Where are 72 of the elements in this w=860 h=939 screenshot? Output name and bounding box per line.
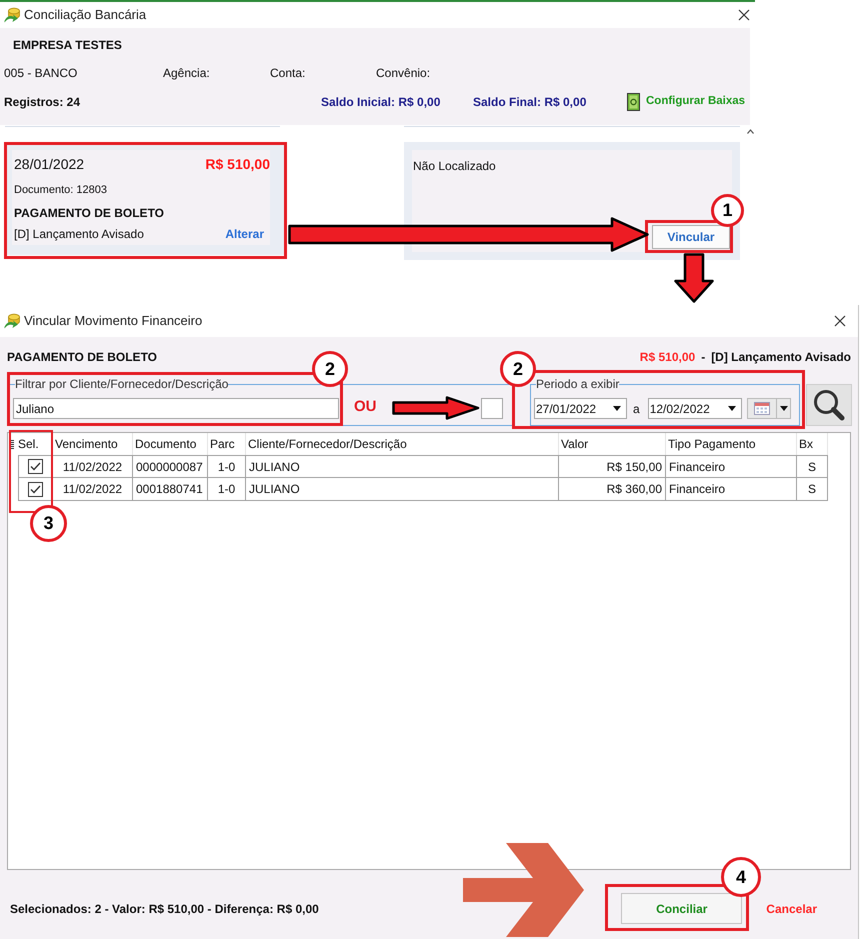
record-count: Registros: 24	[4, 94, 82, 111]
agreement-label: Convênio:	[376, 65, 430, 82]
column-header[interactable]: Valor	[559, 433, 666, 455]
table-cell: S	[797, 455, 828, 478]
selection-summary: Selecionados: 2 - Valor: R$ 510,00 - Diferença: R$ 0,00	[10, 900, 319, 918]
check-icon	[30, 484, 41, 494]
search-icon	[813, 389, 845, 421]
opening-balance: Saldo Inicial: R$ 0,00	[321, 94, 442, 111]
text-field[interactable]	[481, 398, 503, 419]
checkbox[interactable]	[28, 459, 43, 474]
entry-amount: R$ 510,00	[205, 154, 270, 174]
table-cell: R$ 150,00	[559, 455, 666, 478]
table-cell: 1-0	[208, 478, 246, 501]
entry-amount: R$ 510,00	[640, 349, 696, 366]
window-title: Conciliação Bancária	[24, 6, 146, 24]
agency-label: Agência:	[163, 65, 211, 82]
table-cell: 0001880741	[133, 478, 208, 501]
close-icon[interactable]	[834, 315, 846, 327]
table-cell: R$ 360,00	[559, 478, 666, 501]
calendar-icon	[754, 402, 770, 415]
column-header[interactable]: Vencimento	[53, 433, 133, 455]
document-number: Documento: 12803	[14, 182, 107, 198]
entry-type: [D] Lançamento Avisado	[14, 226, 144, 243]
coins-icon	[4, 313, 21, 329]
column-header[interactable]: Cliente/Fornecedor/Descrição	[246, 433, 559, 455]
link-button[interactable]: Vincular	[652, 225, 730, 249]
entry-type: [D] Lançamento Avisado	[711, 349, 851, 366]
table-cell: 11/02/2022	[53, 478, 133, 501]
column-header[interactable]: Bx	[797, 433, 828, 455]
bank-name: 005 - BANCO	[4, 65, 78, 82]
table-cell: JULIANO	[246, 455, 559, 478]
column-header[interactable]: Sel.	[18, 435, 39, 453]
account-label: Conta:	[270, 65, 306, 82]
entry-description: PAGAMENTO DE BOLETO	[14, 205, 164, 222]
date-field[interactable]: 27/01/2022	[534, 398, 627, 419]
column-header[interactable]: Parc	[208, 433, 246, 455]
column-header[interactable]: Tipo Pagamento	[666, 433, 797, 455]
caret-down-icon	[728, 406, 736, 411]
separator-text: -	[701, 349, 706, 366]
window-title: Vincular Movimento Financeiro	[24, 312, 202, 330]
scroll-up-icon[interactable]	[747, 129, 754, 134]
close-icon[interactable]	[738, 9, 750, 21]
table-cell: S	[797, 478, 828, 501]
filter-field[interactable]: Juliano	[13, 398, 339, 419]
entry-date: 28/01/2022	[14, 154, 84, 174]
coins-icon	[4, 7, 21, 23]
search-button[interactable]	[806, 384, 852, 426]
check-icon	[30, 462, 41, 471]
caret-down-icon	[780, 406, 788, 411]
table-cell: 11/02/2022	[53, 455, 133, 478]
edit-link[interactable]: Alterar	[225, 225, 264, 243]
company-name: EMPRESA TESTES	[13, 37, 122, 54]
column-header[interactable]: Documento	[133, 433, 208, 455]
calendar-button[interactable]	[746, 398, 791, 419]
or-label: OU	[354, 399, 376, 414]
date-field[interactable]: 12/02/2022	[648, 398, 742, 419]
period-connector: a	[633, 400, 640, 418]
grip-icon[interactable]	[10, 440, 14, 448]
match-status: Não Localizado	[413, 158, 496, 175]
checkbox[interactable]	[28, 482, 43, 496]
closing-balance: Saldo Final: R$ 0,00	[473, 94, 588, 111]
caret-down-icon	[613, 406, 621, 411]
table-cell: JULIANO	[246, 478, 559, 501]
table-cell: Financeiro	[666, 455, 797, 478]
table-cell: 1-0	[208, 455, 246, 478]
entry-description: PAGAMENTO DE BOLETO	[7, 349, 158, 366]
period-label: Periodo a exibir	[536, 377, 620, 391]
filter-label: Filtrar por Cliente/Fornecedor/Descrição	[15, 377, 228, 391]
table-cell: Financeiro	[666, 478, 797, 501]
reconcile-button[interactable]: Conciliar	[621, 893, 742, 924]
banknote-icon	[627, 93, 640, 111]
table-cell: 0000000087	[133, 455, 208, 478]
